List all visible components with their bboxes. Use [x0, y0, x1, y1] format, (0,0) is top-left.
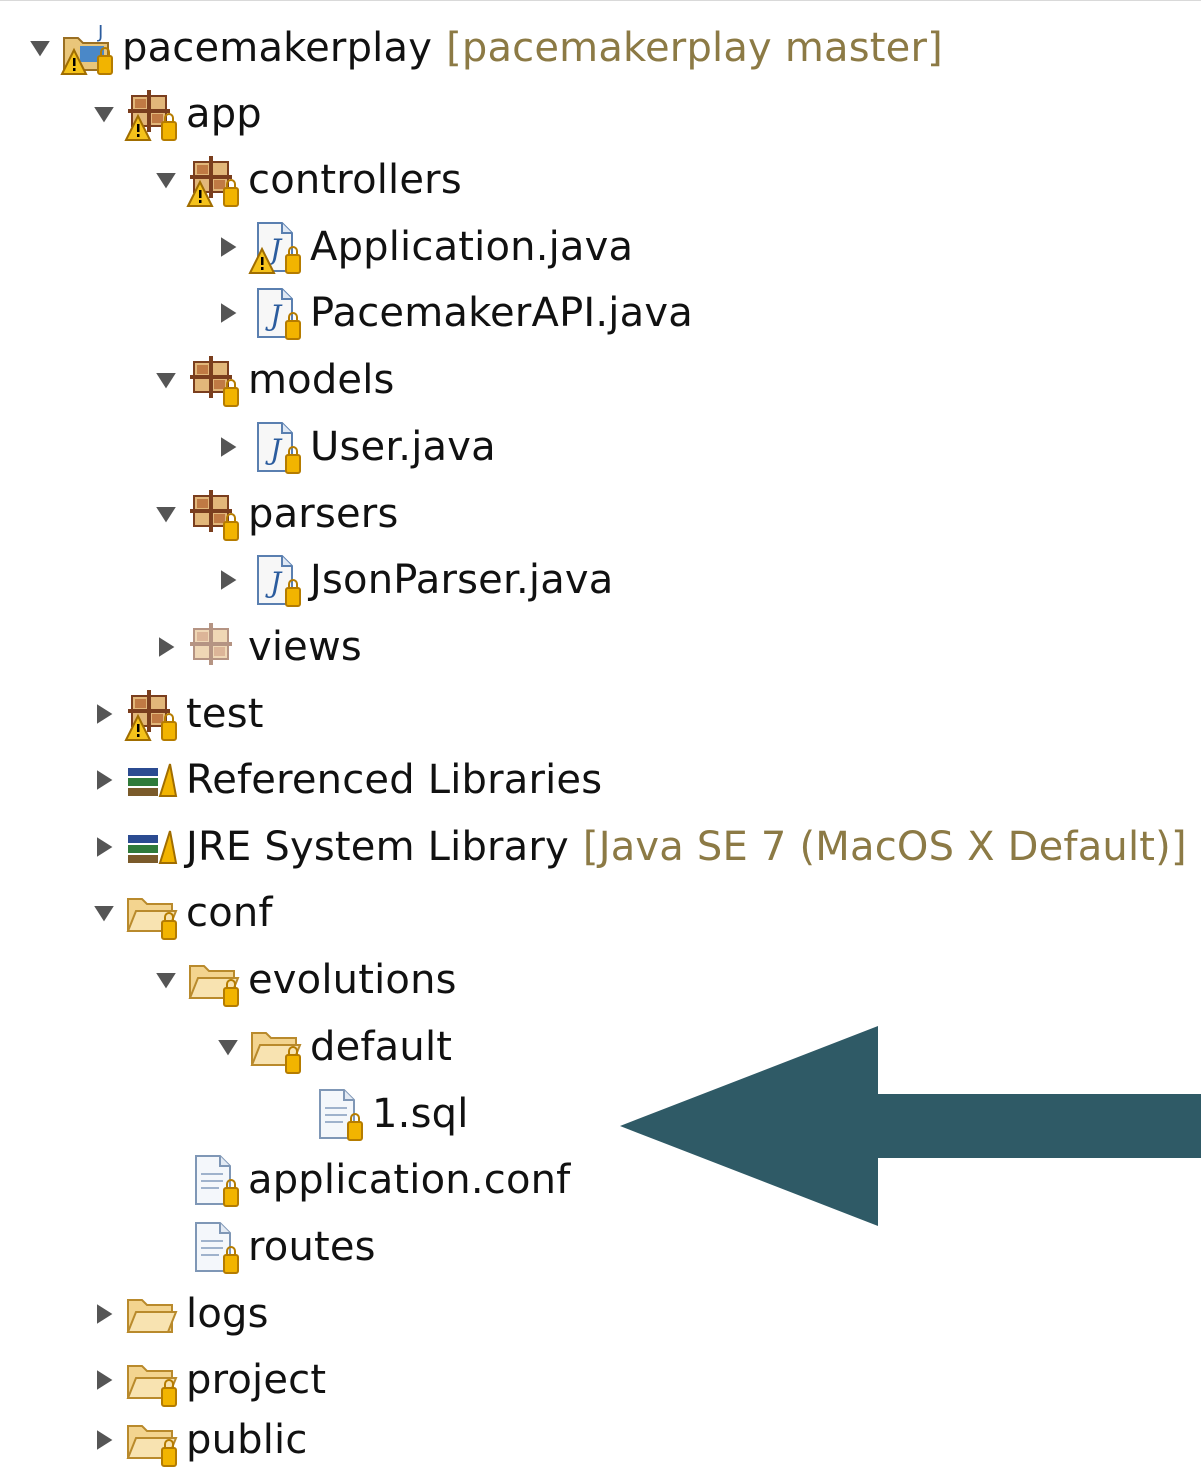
- collapsed-chevron-icon[interactable]: [84, 694, 124, 734]
- expanded-chevron-icon[interactable]: [146, 160, 186, 200]
- package-icon: [186, 352, 242, 408]
- expanded-chevron-icon[interactable]: [20, 28, 60, 68]
- source-folder-icon: [124, 86, 180, 142]
- package-explorer-tree: pacemakerplay [pacemakerplay master] app…: [0, 0, 1201, 1472]
- collapsed-chevron-icon[interactable]: [208, 227, 248, 267]
- folder-icon: [124, 1352, 180, 1408]
- collapsed-chevron-icon[interactable]: [84, 1360, 124, 1400]
- tree-item-pacemakerapi-java[interactable]: PacemakerAPI.java: [208, 280, 693, 346]
- collapsed-chevron-icon[interactable]: [208, 293, 248, 333]
- tree-item-label: Referenced Libraries: [186, 757, 603, 803]
- expanded-chevron-icon[interactable]: [84, 893, 124, 933]
- tree-item-label: public: [186, 1417, 308, 1463]
- package-icon: [186, 152, 242, 208]
- tree-item-label: User.java: [310, 424, 496, 470]
- tree-item-referenced-libraries[interactable]: Referenced Libraries: [84, 747, 602, 813]
- tree-item-label: test: [186, 691, 264, 737]
- tree-item-label: evolutions: [248, 957, 457, 1003]
- text-file-icon: [186, 1152, 242, 1208]
- tree-item-project-root[interactable]: pacemakerplay [pacemakerplay master]: [20, 15, 943, 81]
- collapsed-chevron-icon[interactable]: [84, 1420, 124, 1460]
- tree-item-evolutions[interactable]: evolutions: [146, 947, 457, 1013]
- tree-item-application-conf[interactable]: application.conf: [146, 1147, 570, 1213]
- folder-icon: [124, 1286, 180, 1342]
- expanded-chevron-icon[interactable]: [146, 360, 186, 400]
- tree-item-label: pacemakerplay: [122, 25, 433, 71]
- tree-item-label: Application.java: [310, 224, 634, 270]
- tree-item-parsers[interactable]: parsers: [146, 481, 398, 547]
- tree-item-public[interactable]: public: [84, 1407, 308, 1472]
- collapsed-chevron-icon[interactable]: [84, 827, 124, 867]
- collapsed-chevron-icon[interactable]: [84, 1294, 124, 1334]
- folder-icon: [186, 952, 242, 1008]
- expanded-chevron-icon[interactable]: [146, 494, 186, 534]
- tree-item-test[interactable]: test: [84, 681, 264, 747]
- expanded-chevron-icon[interactable]: [208, 1027, 248, 1067]
- tree-item-app[interactable]: app: [84, 81, 262, 147]
- tree-item-models[interactable]: models: [146, 347, 395, 413]
- collapsed-chevron-icon[interactable]: [208, 560, 248, 600]
- library-icon: [124, 819, 180, 875]
- expanded-chevron-icon[interactable]: [84, 94, 124, 134]
- annotation-arrow-icon: [620, 1026, 1201, 1226]
- tree-item-jre-system-library[interactable]: JRE System Library [Java SE 7 (MacOS X D…: [84, 814, 1187, 880]
- tree-item-label: conf: [186, 890, 273, 936]
- tree-item-1-sql[interactable]: 1.sql: [270, 1081, 469, 1147]
- tree-item-label: PacemakerAPI.java: [310, 290, 693, 336]
- source-folder-icon: [124, 686, 180, 742]
- arrow-shape: [620, 1026, 1201, 1226]
- library-icon: [124, 752, 180, 808]
- tree-item-label: views: [248, 624, 362, 670]
- tree-item-label: JsonParser.java: [310, 557, 614, 603]
- tree-item-label: models: [248, 357, 395, 403]
- tree-item-label: application.conf: [248, 1157, 571, 1203]
- tree-item-jsonparser-java[interactable]: JsonParser.java: [208, 547, 614, 613]
- tree-item-logs[interactable]: logs: [84, 1281, 269, 1347]
- folder-icon: [248, 1019, 304, 1075]
- tree-item-controllers[interactable]: controllers: [146, 147, 462, 213]
- jre-version-decoration: [Java SE 7 (MacOS X Default)]: [582, 824, 1187, 870]
- collapsed-chevron-icon[interactable]: [146, 627, 186, 667]
- tree-item-label: logs: [186, 1291, 269, 1337]
- collapsed-chevron-icon[interactable]: [84, 760, 124, 800]
- tree-item-conf[interactable]: conf: [84, 880, 273, 946]
- tree-item-default[interactable]: default: [208, 1014, 452, 1080]
- tree-item-label: project: [186, 1357, 327, 1403]
- java-file-icon: [248, 285, 304, 341]
- tree-item-application-java[interactable]: Application.java: [208, 214, 633, 280]
- java-project-icon: [60, 20, 116, 76]
- empty-package-icon: [186, 619, 242, 675]
- tree-item-label: JRE System Library: [186, 824, 569, 870]
- folder-icon: [124, 885, 180, 941]
- package-icon: [186, 486, 242, 542]
- tree-item-label: controllers: [248, 157, 462, 203]
- text-file-icon: [310, 1086, 366, 1142]
- tree-item-label: parsers: [248, 491, 399, 537]
- tree-item-label: 1.sql: [372, 1091, 469, 1137]
- tree-item-routes[interactable]: routes: [146, 1214, 376, 1280]
- tree-item-user-java[interactable]: User.java: [208, 414, 496, 480]
- java-file-icon: [248, 219, 304, 275]
- collapsed-chevron-icon[interactable]: [208, 427, 248, 467]
- git-branch-decoration: [pacemakerplay master]: [446, 25, 943, 71]
- expanded-chevron-icon[interactable]: [146, 960, 186, 1000]
- folder-icon: [124, 1412, 180, 1468]
- tree-item-label: routes: [248, 1224, 376, 1270]
- java-file-icon: [248, 552, 304, 608]
- tree-item-project[interactable]: project: [84, 1347, 326, 1413]
- tree-item-label: app: [186, 91, 262, 137]
- text-file-icon: [186, 1219, 242, 1275]
- tree-item-label: default: [310, 1024, 453, 1070]
- java-file-icon: [248, 419, 304, 475]
- tree-item-views[interactable]: views: [146, 614, 362, 680]
